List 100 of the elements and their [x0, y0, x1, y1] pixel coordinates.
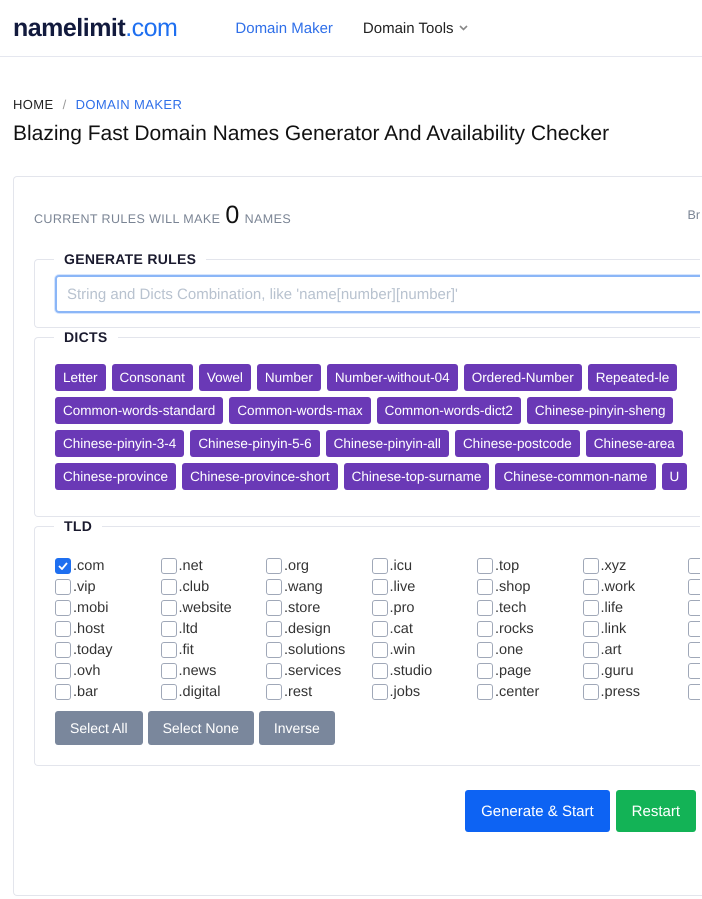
dict-tag[interactable]: Common-words-standard [55, 397, 224, 424]
breadcrumb-link[interactable]: DOMAIN MAKER [76, 97, 182, 112]
dict-tag[interactable]: Number-without-04 [326, 364, 458, 391]
checkbox[interactable] [266, 662, 282, 678]
checkbox[interactable] [688, 558, 700, 574]
checkbox[interactable] [266, 578, 282, 594]
tld-label[interactable]: .live [390, 578, 416, 594]
tld-label[interactable]: .news [178, 662, 216, 678]
dict-tag[interactable]: Vowel [198, 364, 251, 391]
checkbox[interactable] [372, 662, 388, 678]
tld-label[interactable]: .xyz [600, 558, 626, 574]
tld-label[interactable]: .icu [390, 558, 412, 574]
tld-label[interactable]: .bar [73, 684, 98, 700]
checkbox[interactable] [688, 642, 700, 658]
checkbox[interactable] [160, 620, 176, 636]
dict-tag[interactable]: Chinese-pinyin-5-6 [190, 430, 320, 457]
dict-tag[interactable]: Repeated-le [588, 364, 678, 391]
checkbox[interactable] [55, 684, 71, 700]
tld-label[interactable]: .rocks [495, 620, 534, 636]
site-logo[interactable]: namelimit.com [13, 14, 178, 42]
tld-label[interactable]: .jobs [390, 684, 420, 700]
tld-label[interactable]: .press [600, 684, 640, 700]
dict-tag[interactable]: U [662, 463, 688, 490]
checkbox[interactable] [55, 620, 71, 636]
dict-tag[interactable]: Common-words-dict2 [376, 397, 521, 424]
tld-label[interactable]: .services [284, 662, 342, 678]
checkbox[interactable] [477, 578, 493, 594]
tld-label[interactable]: .link [600, 620, 626, 636]
tld-label[interactable]: .ltd [178, 620, 198, 636]
checkbox[interactable] [688, 620, 700, 636]
checkbox[interactable] [477, 662, 493, 678]
checkbox[interactable] [582, 620, 598, 636]
action-button[interactable]: Generate & Start [465, 790, 610, 832]
rules-input[interactable]: String and Dicts Combination, like 'name[number][number]' [55, 275, 700, 313]
tld-label[interactable]: .org [284, 558, 309, 574]
dict-tag[interactable]: Chinese-top-surname [344, 463, 490, 490]
checkbox[interactable] [160, 600, 176, 616]
tld-label[interactable]: .shop [495, 578, 530, 594]
checkbox[interactable] [55, 578, 71, 594]
checkbox[interactable] [372, 620, 388, 636]
tld-label[interactable]: .website [178, 600, 232, 616]
checkbox[interactable] [372, 600, 388, 616]
tld-label[interactable]: .one [495, 642, 524, 658]
checkbox[interactable] [372, 684, 388, 700]
dict-tag[interactable]: Chinese-pinyin-sheng [526, 397, 674, 424]
dict-tag[interactable]: Chinese-common-name [495, 463, 656, 490]
checkbox[interactable] [582, 662, 598, 678]
tld-label[interactable]: .design [284, 620, 331, 636]
tld-label[interactable]: .mobi [73, 600, 108, 616]
checkbox[interactable] [688, 662, 700, 678]
checkbox[interactable] [266, 684, 282, 700]
tld-label[interactable]: .solutions [284, 642, 346, 658]
checkbox[interactable] [688, 684, 700, 700]
checkbox[interactable] [160, 662, 176, 678]
checkbox[interactable] [372, 558, 388, 574]
checkbox[interactable] [160, 578, 176, 594]
checkbox[interactable] [55, 642, 71, 658]
dict-tag[interactable]: Chinese-area [586, 430, 683, 457]
checkbox[interactable] [477, 558, 493, 574]
tld-label[interactable]: .tech [495, 600, 526, 616]
tld-label[interactable]: .win [390, 642, 416, 658]
tld-label[interactable]: .cat [390, 620, 413, 636]
nav-link[interactable]: Domain Tools [362, 20, 468, 36]
tld-label[interactable]: .wang [284, 578, 323, 594]
select-button[interactable]: Select None [148, 711, 254, 745]
tld-label[interactable]: .art [600, 642, 622, 658]
breadcrumb-link[interactable]: HOME [13, 97, 54, 112]
tld-label[interactable]: .com [73, 558, 104, 574]
tld-label[interactable]: .digital [178, 684, 220, 700]
tld-label[interactable]: .rest [284, 684, 312, 700]
checkbox[interactable] [477, 684, 493, 700]
checkbox[interactable] [266, 642, 282, 658]
dict-tag[interactable]: Common-words-max [229, 397, 371, 424]
checkbox[interactable] [582, 558, 598, 574]
select-button[interactable]: Inverse [258, 711, 335, 745]
dict-tag[interactable]: Number [256, 364, 321, 391]
checkbox[interactable] [55, 600, 71, 616]
dict-tag[interactable]: Chinese-postcode [454, 430, 580, 457]
checkbox[interactable] [266, 620, 282, 636]
tld-label[interactable]: .fit [178, 642, 194, 658]
dict-tag[interactable]: Chinese-pinyin-all [326, 430, 449, 457]
tld-label[interactable]: .ovh [73, 662, 100, 678]
nav-link[interactable]: Domain Maker [235, 20, 333, 36]
checkbox[interactable] [688, 578, 700, 594]
checkbox[interactable] [55, 662, 71, 678]
tld-label[interactable]: .today [73, 642, 112, 658]
select-button[interactable]: Select All [55, 711, 143, 745]
tld-label[interactable]: .guru [600, 662, 634, 678]
checkbox[interactable] [582, 600, 598, 616]
checkbox[interactable] [372, 642, 388, 658]
tld-label[interactable]: .net [178, 558, 203, 574]
checkbox[interactable] [582, 642, 598, 658]
checkbox[interactable] [372, 578, 388, 594]
checkbox[interactable] [266, 558, 282, 574]
tld-label[interactable]: .pro [390, 600, 414, 616]
dict-tag[interactable]: Chinese-province-short [182, 463, 338, 490]
checkbox[interactable] [477, 642, 493, 658]
tld-label[interactable]: .center [495, 684, 540, 700]
tld-label[interactable]: .work [600, 578, 636, 594]
checkbox[interactable] [688, 600, 700, 616]
